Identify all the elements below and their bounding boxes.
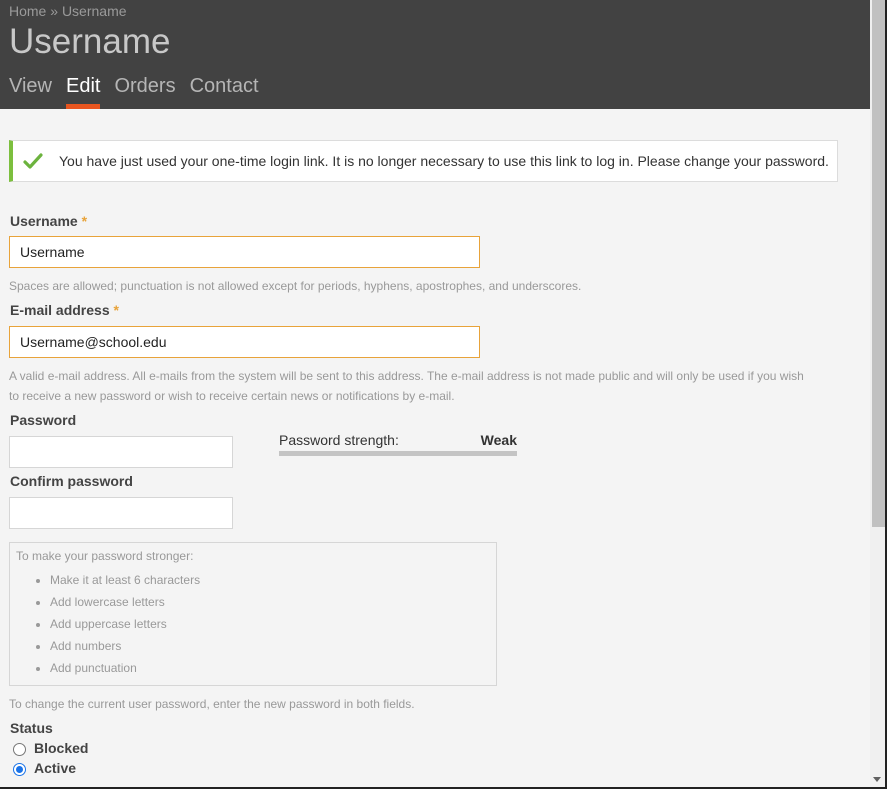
required-marker: * [113,302,119,318]
password-strength-value: Weak [480,432,517,448]
password-strength: Password strength: Weak [279,432,517,456]
scroll-down-arrow-icon[interactable] [873,777,881,782]
email-description-line1: A valid e-mail address. All e-mails from… [9,369,804,383]
password-strength-bar [279,451,517,456]
page: Home » Username Username View Edit Order… [0,0,870,787]
breadcrumb-separator: » [50,3,59,19]
check-icon [23,153,55,169]
page-header: Home » Username Username View Edit Order… [0,0,870,109]
password-strength-label: Password strength: [279,432,399,448]
confirm-password-input[interactable] [9,497,233,529]
password-suggestions: To make your password stronger: Make it … [9,542,497,686]
password-suggestions-title: To make your password stronger: [16,549,194,563]
status-option-blocked[interactable]: Blocked [13,740,88,756]
status-message: You have just used your one-time login l… [9,140,838,182]
suggestion-item: Add uppercase letters [50,613,490,635]
required-marker: * [81,213,88,229]
username-input[interactable] [9,236,480,268]
email-label-text: E-mail address [10,302,110,318]
status-option-active[interactable]: Active [13,760,76,776]
confirm-password-label: Confirm password [10,473,133,489]
username-description: Spaces are allowed; punctuation is not a… [9,279,582,293]
tab-contact[interactable]: Contact [190,75,259,109]
password-suggestions-list: Make it at least 6 characters Add lowerc… [16,569,490,679]
tab-view[interactable]: View [9,75,52,109]
status-label: Status [10,720,53,736]
password-label: Password [10,412,77,428]
status-message-text: You have just used your one-time login l… [59,153,829,169]
radio-blocked[interactable] [13,743,26,756]
breadcrumb: Home » Username [9,3,127,19]
email-description: A valid e-mail address. All e-mails from… [9,366,804,406]
breadcrumb-current[interactable]: Username [62,3,127,19]
email-input[interactable] [9,326,480,358]
email-description-line2: to receive a new password or wish to rec… [9,389,455,403]
radio-blocked-label[interactable]: Blocked [34,740,88,756]
username-label-text: Username [10,213,78,229]
page-title: Username [9,22,171,61]
tabs: View Edit Orders Contact [9,75,259,109]
tab-orders[interactable]: Orders [114,75,175,109]
radio-active[interactable] [13,763,26,776]
tab-edit[interactable]: Edit [66,75,101,109]
suggestion-item: Make it at least 6 characters [50,569,490,591]
username-label: Username * [10,213,87,229]
suggestion-item: Add punctuation [50,657,490,679]
scrollbar-thumb[interactable] [872,0,885,527]
suggestion-item: Add lowercase letters [50,591,490,613]
email-label: E-mail address * [10,302,119,318]
vertical-scrollbar[interactable] [870,0,885,787]
password-description: To change the current user password, ent… [9,697,415,711]
password-input[interactable] [9,436,233,468]
breadcrumb-home[interactable]: Home [9,3,46,19]
suggestion-item: Add numbers [50,635,490,657]
radio-active-label[interactable]: Active [34,760,76,776]
